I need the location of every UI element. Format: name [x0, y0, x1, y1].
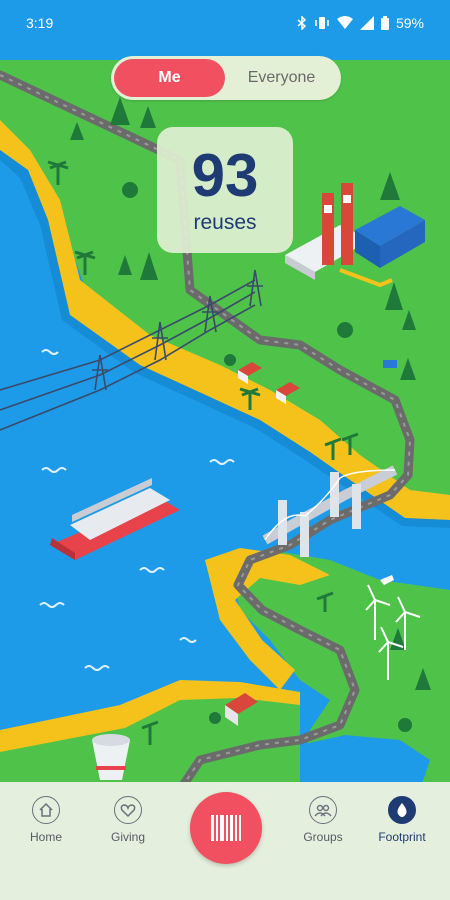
- wifi-icon: [336, 16, 353, 29]
- system-nav-area: [0, 872, 450, 900]
- truck: [383, 360, 397, 368]
- reuse-label: reuses: [193, 211, 257, 234]
- heart-icon: [114, 796, 142, 824]
- home-icon: [32, 796, 60, 824]
- nav-giving-label: Giving: [110, 830, 145, 844]
- toggle-me[interactable]: Me: [114, 59, 225, 97]
- scan-button[interactable]: [190, 792, 262, 864]
- reuse-count: 93: [191, 142, 259, 209]
- nav-home[interactable]: Home: [11, 796, 81, 844]
- signal-icon: [359, 16, 374, 30]
- nav-footprint-label: Footprint: [378, 830, 426, 844]
- scope-toggle[interactable]: Me Everyone: [111, 56, 341, 100]
- nav-home-label: Home: [29, 830, 62, 844]
- status-icons: 59%: [297, 15, 424, 31]
- battery-icon: [380, 16, 389, 30]
- status-bar: 3:19 59%: [0, 0, 450, 46]
- toggle-everyone[interactable]: Everyone: [225, 59, 338, 97]
- bluetooth-icon: [297, 16, 307, 30]
- droplet-icon: [388, 796, 416, 824]
- status-time: 3:19: [26, 15, 54, 31]
- nav-groups-label: Groups: [303, 830, 343, 844]
- battery-percent: 59%: [395, 15, 424, 31]
- barcode-icon: [211, 815, 241, 841]
- nav-groups[interactable]: Groups: [288, 796, 358, 844]
- groups-icon: [309, 796, 337, 824]
- nav-footprint[interactable]: Footprint: [367, 796, 437, 844]
- vibrate-icon: [315, 17, 329, 29]
- nav-giving[interactable]: Giving: [93, 796, 163, 844]
- reuse-count-card: 93 reuses: [157, 127, 293, 253]
